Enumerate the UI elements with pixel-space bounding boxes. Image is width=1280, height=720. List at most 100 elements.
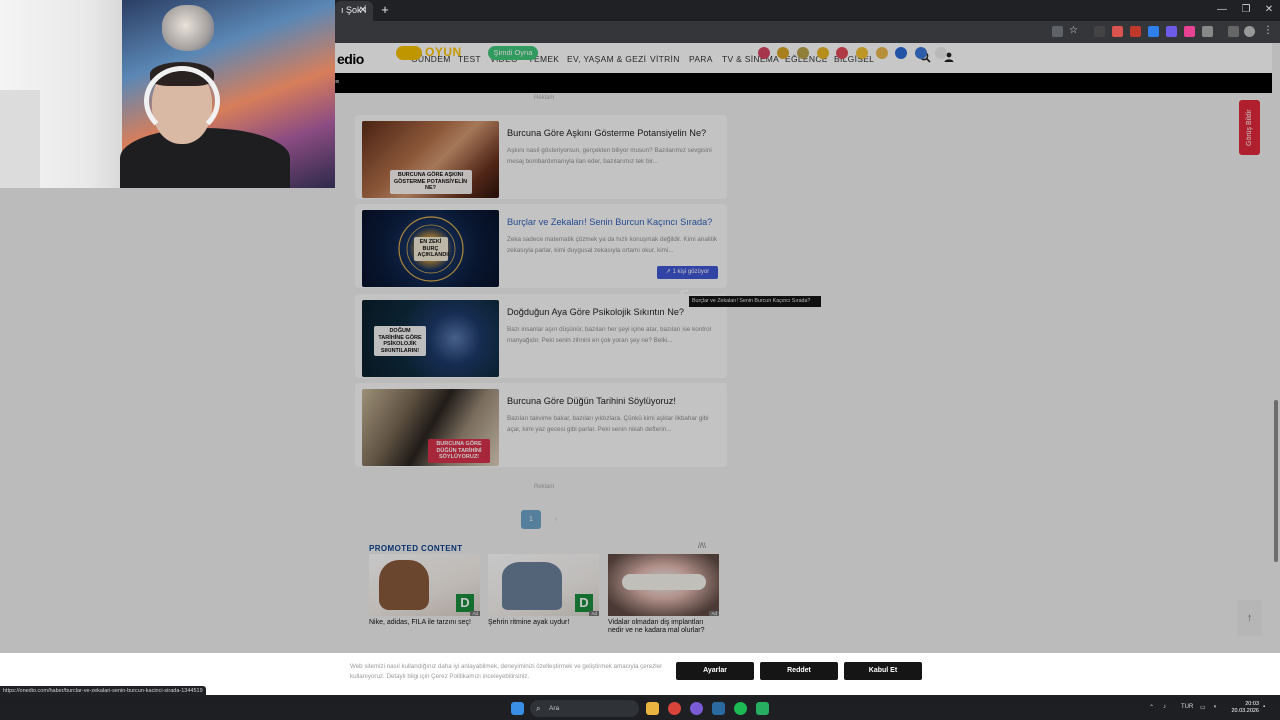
gamepad-icon: [396, 46, 422, 60]
extension-icon[interactable]: [1184, 26, 1195, 37]
pagination-next[interactable]: ›: [546, 510, 566, 529]
network-icon[interactable]: ▭: [1200, 704, 1206, 711]
extensions-puzzle-icon[interactable]: [1202, 26, 1213, 37]
chevron-left-icon[interactable]: ‹: [747, 46, 750, 57]
article-title[interactable]: Burcuna Göre Aşkını Gösterme Potansiyeli…: [507, 128, 706, 138]
ad-tag: Ad: [709, 611, 719, 616]
menu-icon[interactable]: ≡: [335, 79, 341, 87]
thumbnail-caption: BURCUNA GÖRE DÜĞÜN TARİHİNİ SÖYLÜYORUZ!: [428, 439, 490, 463]
trending-viewers-badge[interactable]: ↗ 1 kişi gözüyor: [657, 266, 718, 279]
article-card[interactable]: BURCUNA GÖRE DÜĞÜN TARİHİNİ SÖYLÜYORUZ! …: [355, 383, 727, 467]
ad-tag: Ad: [470, 611, 480, 616]
article-title[interactable]: Burçlar ve Zekaları! Senin Burcun Kaçınc…: [507, 217, 712, 227]
taskbar-clock[interactable]: 20:03 20.03.2026: [1227, 701, 1259, 715]
promoted-title: PROMOTED CONTENT: [369, 544, 463, 553]
volume-icon[interactable]: ◖: [1213, 704, 1217, 710]
promo-caption[interactable]: Nike, adidas, FILA ile tarzını seç!: [369, 619, 480, 627]
game-icon[interactable]: [895, 47, 907, 59]
feedback-tab[interactable]: Görüş Bildir: [1239, 100, 1260, 155]
promo-caption[interactable]: Vidalar olmadan diş implantları nedir ve…: [608, 619, 719, 635]
tab-close-icon[interactable]: ✕: [359, 1, 367, 20]
nav-item-para[interactable]: PARA: [689, 54, 713, 64]
scroll-to-top-button[interactable]: ↑: [1237, 600, 1262, 636]
thumbnail-caption: DOĞUM TARİHİNE GÖRE PSİKOLOJİK SIKINTILA…: [374, 326, 426, 356]
bookmark-star-icon[interactable]: ☆: [1069, 25, 1080, 36]
extension-icon[interactable]: [1130, 26, 1141, 37]
minimize-icon[interactable]: —: [1212, 3, 1232, 17]
nav-item-vitrin[interactable]: VİTRİN: [650, 54, 680, 64]
profile-avatar-icon[interactable]: [1244, 26, 1255, 37]
clock-date: 20.03.2026: [1231, 708, 1259, 714]
search-icon: ⌕: [536, 704, 541, 713]
extension-icon[interactable]: [1148, 26, 1159, 37]
extension-icon[interactable]: [1112, 26, 1123, 37]
file-explorer-icon[interactable]: [646, 702, 659, 715]
thumbnail-caption: BURCUNA GÖRE AŞKINI GÖSTERME POTANSİYELİ…: [389, 170, 472, 194]
maximize-icon[interactable]: ❐: [1236, 3, 1256, 17]
chevron-right-icon[interactable]: ›: [952, 46, 955, 57]
scrollbar-thumb[interactable]: [1274, 400, 1278, 562]
language-indicator[interactable]: TUR: [1181, 704, 1193, 710]
microphone-icon[interactable]: ♪: [1163, 704, 1166, 710]
game-icon[interactable]: [758, 47, 770, 59]
article-title[interactable]: Doğduğun Aya Göre Psikolojik Sıkıntın Ne…: [507, 307, 684, 317]
browser-tab-active[interactable]: ı Şok İ ✕: [335, 1, 373, 21]
notification-icon[interactable]: ▪: [1263, 704, 1265, 710]
extension-icon[interactable]: [1166, 26, 1177, 37]
play-now-button[interactable]: Şimdi Oyna: [488, 46, 538, 60]
game-icon[interactable]: [856, 47, 868, 59]
cookie-settings-button[interactable]: Ayarlar: [676, 662, 754, 680]
nav-item-ev-yasam-gezi[interactable]: EV, YAŞAM & GEZİ: [567, 54, 646, 64]
game-bar-brand[interactable]: onedio: [355, 45, 394, 59]
game-icon[interactable]: [817, 47, 829, 59]
article-thumbnail[interactable]: BURCUNA GÖRE AŞKINI GÖSTERME POTANSİYELİ…: [362, 121, 499, 198]
article-description: Aşkını nasıl gösteriyorsun, gerçekten bi…: [507, 147, 712, 165]
app-icon[interactable]: [756, 702, 769, 715]
promo-image[interactable]: D Ad: [369, 554, 480, 616]
nav-item-tv-sinema[interactable]: TV & SİNEMA: [722, 54, 779, 64]
page-scrollbar[interactable]: [1272, 43, 1280, 653]
pagination-current-page[interactable]: 1: [521, 510, 541, 529]
thumbnail-caption: EN ZEKİ BURÇ AÇIKLANDI!: [413, 237, 450, 261]
promoted-content: PROMOTED CONTENT //\\ D Ad Nike, adidas,…: [360, 536, 725, 656]
taskbar-search[interactable]: Ara: [530, 700, 639, 717]
article-card[interactable]: DOĞUM TARİHİNE GÖRE PSİKOLOJİK SIKINTILA…: [355, 294, 727, 378]
close-window-icon[interactable]: ✕: [1259, 3, 1279, 17]
game-icon[interactable]: [876, 47, 888, 59]
new-tab-button[interactable]: +: [378, 2, 392, 18]
cookie-reject-button[interactable]: Reddet: [760, 662, 838, 680]
cast-icon[interactable]: [1052, 26, 1063, 37]
article-card[interactable]: BURCUNA GÖRE AŞKINI GÖSTERME POTANSİYELİ…: [355, 115, 727, 199]
split-view-icon[interactable]: [1228, 26, 1239, 37]
game-icon[interactable]: [797, 47, 809, 59]
article-thumbnail[interactable]: EN ZEKİ BURÇ AÇIKLANDI!: [362, 210, 499, 287]
article-thumbnail[interactable]: DOĞUM TARİHİNE GÖRE PSİKOLOJİK SIKINTILA…: [362, 300, 499, 377]
steam-icon[interactable]: [712, 702, 725, 715]
promoted-logo: //\\: [698, 543, 706, 550]
game-icon[interactable]: [777, 47, 789, 59]
promo-image[interactable]: D Ad: [488, 554, 599, 616]
article-description: Bazıları takvime bakar, bazıları yıldızl…: [507, 415, 709, 433]
browser-menu-icon[interactable]: ⋮: [1263, 25, 1274, 36]
decathlon-logo: D: [575, 594, 593, 612]
promo-caption[interactable]: Şehrin ritmine ayak uydur!: [488, 619, 599, 627]
game-icon[interactable]: [836, 47, 848, 59]
article-thumbnail[interactable]: BURCUNA GÖRE DÜĞÜN TARİHİNİ SÖYLÜYORUZ!: [362, 389, 499, 466]
game-icon[interactable]: [915, 47, 927, 59]
app-icon[interactable]: [690, 702, 703, 715]
ad-label: Reklam: [534, 95, 555, 101]
tray-chevron-icon[interactable]: ⌃: [1149, 704, 1154, 711]
article-title[interactable]: Burcuna Göre Düğün Tarihini Söylüyoruz!: [507, 396, 676, 406]
promo-image[interactable]: Ad: [608, 554, 719, 616]
start-icon[interactable]: [511, 702, 524, 715]
chrome-icon[interactable]: [668, 702, 681, 715]
article-list: Reklam BURCUNA GÖRE AŞKINI GÖSTERME POTA…: [355, 93, 727, 493]
cookie-accept-button[interactable]: Kabul Et: [844, 662, 922, 680]
spotify-icon[interactable]: [734, 702, 747, 715]
extension-icon[interactable]: [1094, 26, 1105, 37]
headphones-icon: [144, 66, 220, 136]
game-bar-section[interactable]: OYUN: [425, 45, 462, 59]
article-description: Bazı insanlar aşırı düşünür, bazıları he…: [507, 326, 712, 344]
decathlon-logo: D: [456, 594, 474, 612]
game-icon[interactable]: [935, 47, 947, 59]
